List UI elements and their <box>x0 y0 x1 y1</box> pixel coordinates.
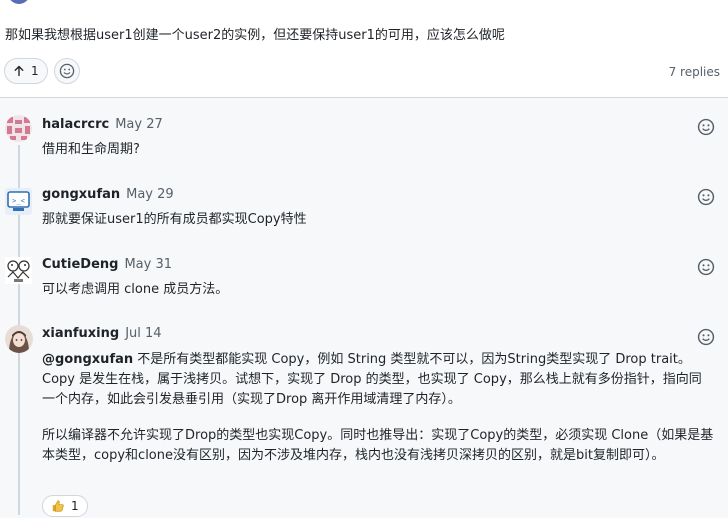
comment-author[interactable]: halacrcrc May 27 <box>42 117 163 132</box>
comment-body-paragraph-2: 所以编译器不允许实现了Drop的类型也实现Copy。同时也推导出：实现了Copy… <box>42 428 714 463</box>
smiley-icon <box>59 63 74 79</box>
op-avatar[interactable] <box>8 0 30 4</box>
comment-date[interactable]: May 27 <box>115 117 163 132</box>
comment-body: 可以考虑调用 clone 成员方法。 <box>42 282 229 297</box>
svg-text:>_<: >_< <box>12 197 25 205</box>
smiley-icon[interactable] <box>697 258 715 276</box>
thumbs-up-icon <box>52 500 64 512</box>
upvote-button[interactable]: 1 <box>4 58 48 84</box>
avatar[interactable]: >_< <box>5 188 32 215</box>
avatar[interactable] <box>5 115 32 142</box>
comment-author[interactable]: gongxufan May 29 <box>42 187 174 202</box>
arrow-up-icon <box>14 65 24 77</box>
comment-date[interactable]: May 29 <box>126 187 174 202</box>
smiley-icon[interactable] <box>697 328 715 346</box>
smiley-icon[interactable] <box>697 118 715 136</box>
avatar[interactable] <box>5 257 32 284</box>
comment-author[interactable]: xianfuxing Jul 14 <box>42 326 162 341</box>
avatar[interactable] <box>5 325 33 353</box>
question-reactions: 1 <box>4 58 80 84</box>
add-reaction-button[interactable] <box>53 58 80 84</box>
user-mention[interactable]: @gongxufan <box>42 352 133 367</box>
comment-date[interactable]: Jul 14 <box>125 326 161 341</box>
comment-author[interactable]: CutieDeng May 31 <box>42 257 172 272</box>
comment-body: 借用和生命周期? <box>42 142 140 157</box>
question-text: 那如果我想根据user1创建一个user2的实例，但还要保持user1的可用，应… <box>5 28 505 43</box>
comment-body-paragraph-1: @gongxufan 不是所有类型都能实现 Copy，例如 String 类型就… <box>42 352 702 407</box>
comment-body: 那就要保证user1的所有成员都实现Copy特性 <box>42 212 307 227</box>
smiley-icon[interactable] <box>697 188 715 206</box>
upvote-count: 1 <box>31 64 39 78</box>
thumbs-up-reaction[interactable]: 1 <box>42 495 88 517</box>
reaction-count: 1 <box>71 499 79 513</box>
replies-count[interactable]: 7 replies <box>669 65 720 79</box>
comment-date[interactable]: May 31 <box>124 257 172 272</box>
